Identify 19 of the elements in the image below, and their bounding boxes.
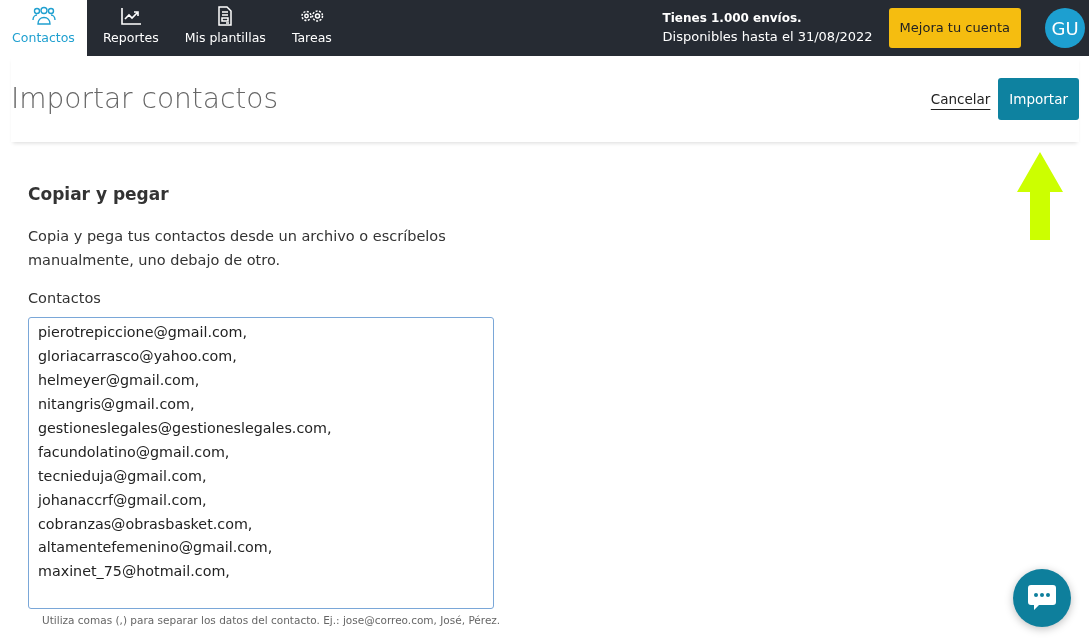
nav-tab[interactable]: Tareas <box>281 0 342 56</box>
page-title: Importar contactos <box>11 82 278 116</box>
nav-tab[interactable]: Reportes <box>93 0 169 56</box>
help-text: Utiliza comas (,) para separar los datos del contacto. Ej.: jose@correo.com, José, Pérez. <box>41 613 502 629</box>
contacts-textarea[interactable]: pierotrepiccione@gmail.com, gloriacarrasco@yahoo.com, helmeyer@gmail.com, nitangris@gmail.com, gestioneslegales@gestioneslegales.com, facundolatino@gmail.com, tecnieduja@gmail.com, johanaccrf@gmail.com, cobranzas@obrasbasket.com, altamentefemenino@gmail.com, maxinet_75@hotmail.com, <box>28 317 494 610</box>
section-title: Copiar y pegar <box>28 183 170 206</box>
field-label: Contactos <box>28 288 102 308</box>
up-arrow-icon <box>1016 152 1064 242</box>
import-button[interactable]: Importar <box>998 77 1079 121</box>
upgrade-button[interactable]: Mejora tu cuenta <box>888 8 1021 48</box>
cancel-link[interactable]: Cancelar <box>930 88 991 110</box>
people-icon <box>31 6 56 26</box>
chart-icon <box>118 6 143 26</box>
section-description: Copia y pega tus contactos desde un archivo o escríbelos manualmente, uno debajo de otro. <box>28 226 447 270</box>
chat-button[interactable] <box>1013 569 1071 627</box>
plan-expiry: Disponibles hasta el 31/08/2022 <box>662 28 873 47</box>
chat-icon <box>1027 584 1057 612</box>
plan-title: Tienes 1.000 envíos. <box>662 10 803 28</box>
nav-tab[interactable]: Mis plantillas <box>174 0 276 56</box>
